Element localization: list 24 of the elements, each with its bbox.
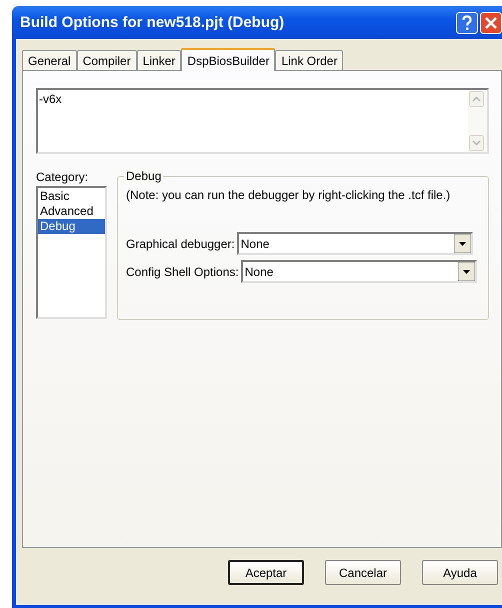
dropdown-arrow-icon[interactable] bbox=[458, 262, 475, 281]
field-label: Config Shell Options: bbox=[126, 264, 239, 278]
help-icon[interactable] bbox=[456, 12, 478, 34]
category-item[interactable]: Basic bbox=[38, 189, 105, 204]
close-icon[interactable] bbox=[480, 12, 502, 34]
dialog-button[interactable]: Ayuda bbox=[422, 560, 498, 585]
tab[interactable]: Compiler bbox=[76, 50, 137, 70]
category-item[interactable]: Debug bbox=[38, 219, 105, 234]
category-label: Category: bbox=[36, 170, 90, 186]
dropdown-arrow-icon[interactable] bbox=[454, 234, 471, 253]
tab[interactable]: Linker bbox=[136, 50, 182, 70]
tab[interactable]: General bbox=[22, 50, 77, 70]
window-title: Build Options for new518.pjt (Debug) bbox=[20, 14, 284, 31]
note-text: (Note: you can run the debugger by right-clicking the .tcf file.) bbox=[126, 188, 452, 202]
group-title: Debug bbox=[124, 169, 164, 183]
options-field[interactable]: -v6x bbox=[36, 88, 489, 154]
tab[interactable]: DspBiosBuilder bbox=[181, 48, 276, 71]
dropdown[interactable]: None bbox=[240, 260, 477, 283]
tab[interactable]: Link Order bbox=[275, 50, 344, 70]
field-label: Graphical debugger: bbox=[126, 236, 235, 250]
dialog-button[interactable]: Cancelar bbox=[325, 560, 401, 585]
category-item[interactable]: Advanced bbox=[38, 204, 105, 219]
dialog-button[interactable]: Aceptar bbox=[228, 560, 304, 585]
dropdown[interactable]: None bbox=[236, 232, 473, 255]
